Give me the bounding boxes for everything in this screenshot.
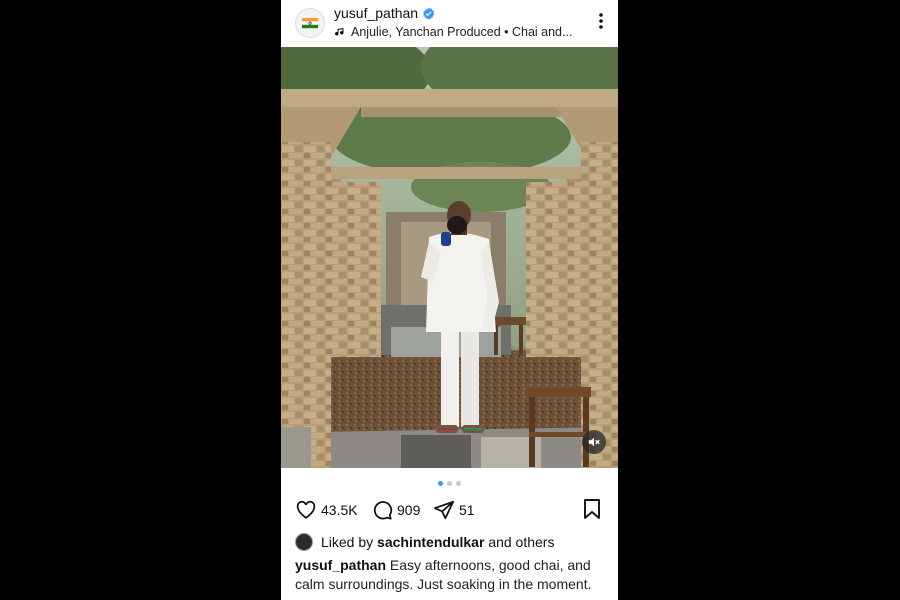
comment-icon [373, 501, 393, 520]
bookmark-icon[interactable] [582, 498, 602, 520]
carousel-dot-active [438, 480, 443, 486]
mute-button[interactable] [582, 430, 606, 454]
muted-speaker-icon [588, 437, 600, 447]
liked-by-prefix: Liked by [321, 534, 374, 550]
username[interactable]: yusuf_pathan [334, 5, 418, 21]
instagram-post: yusuf_pathan Anjulie, Yanchan Produced •… [281, 0, 618, 600]
share-count: 51 [459, 502, 475, 518]
carousel-dot [447, 480, 452, 486]
share-button[interactable]: 51 [433, 496, 475, 524]
liked-by-text: Liked by sachintendulkar and others [321, 534, 554, 550]
post-caption: yusuf_pathan Easy afternoons, good chai,… [295, 556, 609, 594]
carousel-dot [456, 480, 461, 486]
like-button[interactable]: 43.5K [295, 496, 358, 524]
audio-track[interactable]: Anjulie, Yanchan Produced • Chai and... [334, 25, 572, 39]
liked-by-avatar [295, 533, 313, 551]
caption-username[interactable]: yusuf_pathan [295, 557, 386, 573]
verified-badge-icon [423, 7, 435, 19]
comment-count: 909 [397, 502, 421, 518]
heart-icon [296, 500, 316, 519]
post-header: yusuf_pathan Anjulie, Yanchan Produced •… [281, 0, 618, 46]
more-options-icon[interactable] [598, 12, 604, 30]
liked-by-row[interactable]: Liked by sachintendulkar and others [295, 533, 554, 551]
music-note-icon [335, 27, 344, 36]
liked-by-suffix: and others [488, 534, 555, 550]
audio-text: Anjulie, Yanchan Produced • Chai and... [351, 25, 573, 39]
flag-avatar-icon [297, 10, 323, 36]
like-count: 43.5K [321, 502, 358, 518]
post-photo[interactable] [281, 47, 618, 468]
liked-by-user[interactable]: sachintendulkar [377, 534, 484, 550]
profile-avatar[interactable] [295, 8, 325, 38]
send-icon [433, 500, 455, 520]
comment-button[interactable]: 909 [371, 496, 420, 524]
carousel-indicator [281, 479, 618, 487]
photo-man-in-stone-pergola [281, 47, 618, 468]
post-actions: 43.5K 909 51 [281, 496, 618, 524]
username-row: yusuf_pathan [334, 5, 435, 21]
